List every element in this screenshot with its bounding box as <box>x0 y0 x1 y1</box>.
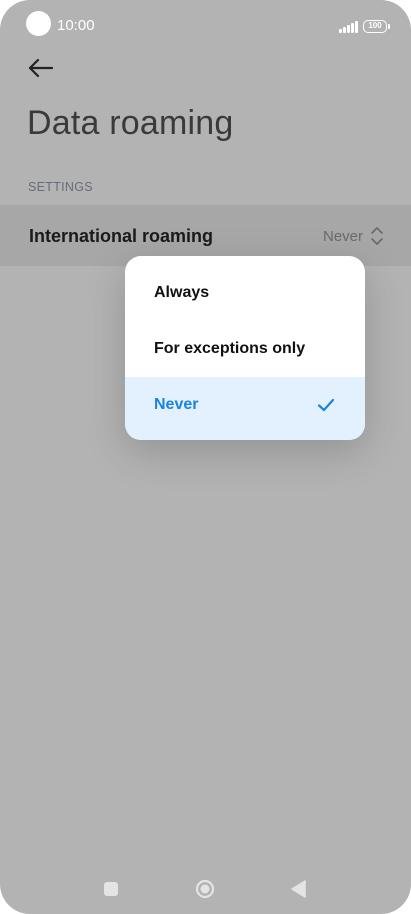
camera-cutout <box>26 11 51 36</box>
check-icon <box>317 398 335 412</box>
roaming-options-menu: Always For exceptions only Never <box>125 256 365 440</box>
back-triangle-icon[interactable] <box>290 880 306 898</box>
back-button[interactable] <box>25 54 57 84</box>
option-never[interactable]: Never <box>125 377 365 440</box>
international-roaming-value: Never <box>323 228 364 245</box>
signal-icon <box>339 21 359 33</box>
chevron-updown-icon <box>371 227 383 245</box>
battery-level: 100 <box>368 21 382 30</box>
option-never-label: Never <box>154 396 199 413</box>
option-always-label: Always <box>154 284 210 301</box>
status-time: 10:00 <box>57 17 95 34</box>
international-roaming-label: International roaming <box>29 226 214 246</box>
option-exceptions-only-label: For exceptions only <box>154 340 306 357</box>
option-exceptions-only[interactable]: For exceptions only <box>125 321 365 377</box>
navigation-bar <box>0 850 411 914</box>
battery-icon: 100 <box>363 20 387 33</box>
recents-icon[interactable] <box>104 882 118 896</box>
page-title: Data roaming <box>27 104 234 142</box>
status-bar: 10:00 100 <box>0 0 411 52</box>
screen: 10:00 100 Data roaming SETTINGS Internat… <box>0 0 411 914</box>
battery-tip <box>388 24 390 29</box>
back-arrow-icon <box>28 58 54 78</box>
section-header: SETTINGS <box>28 180 93 194</box>
home-icon[interactable] <box>195 879 215 899</box>
option-always[interactable]: Always <box>125 265 365 321</box>
